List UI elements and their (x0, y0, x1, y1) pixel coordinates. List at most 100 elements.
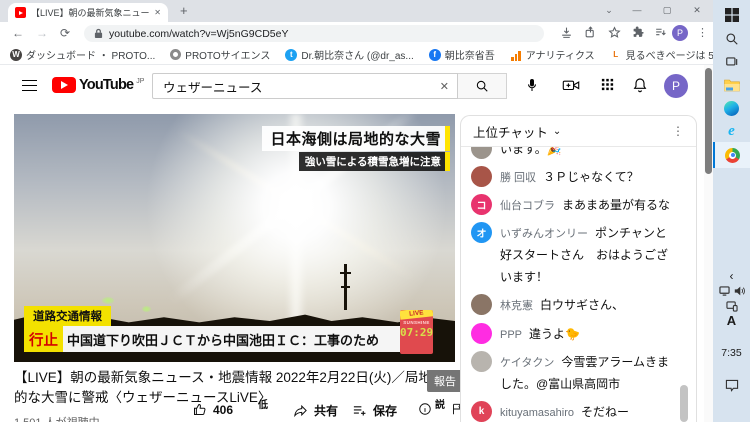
gear-icon (170, 49, 182, 60)
youtube-region: JP (136, 78, 145, 85)
chat-avatar[interactable] (471, 322, 492, 344)
bookmark-label: Dr.朝比奈さん (@dr_as... (301, 51, 414, 62)
bookmark-item[interactable]: f 朝比奈省吾 (428, 47, 495, 62)
bookmark-item[interactable]: アナリティクス (510, 47, 595, 62)
wordpress-icon: W (10, 48, 22, 61)
chat-message-body: います。🎉 (500, 147, 562, 160)
chat-avatar[interactable] (471, 350, 492, 372)
info-button[interactable] (418, 402, 432, 416)
search-box: ✕ (152, 73, 458, 99)
page-scrollbar[interactable] (704, 65, 713, 422)
search-input[interactable] (161, 78, 434, 94)
search-button[interactable] (458, 73, 507, 99)
close-button[interactable]: ✕ (684, 2, 710, 19)
reading-list-icon[interactable] (654, 26, 667, 39)
share-icon (294, 404, 307, 418)
chat-message: います。🎉 (471, 147, 696, 163)
screen: 【LIVE】朝の最新気象ニュース・地震情 ✕ + ⌄ — ▢ ✕ ← → ⟳ y… (0, 0, 750, 422)
chat-avatar[interactable]: オ (471, 222, 492, 244)
tray-icons (713, 284, 750, 298)
like-button[interactable]: 406 (192, 402, 233, 417)
action-center-button[interactable] (713, 377, 750, 393)
tray-expand-button[interactable]: ‹ (713, 268, 750, 284)
chat-author: 勝 回収 (500, 172, 537, 185)
extensions-icon[interactable] (632, 26, 645, 39)
taskbar-search-button[interactable] (713, 28, 750, 50)
chrome-button[interactable] (713, 142, 750, 168)
ime-mode-indicator[interactable]: A (713, 311, 750, 329)
edge-button[interactable] (713, 97, 750, 119)
bookmark-item[interactable]: t Dr.朝比奈さん (@dr_as... (285, 47, 414, 62)
mic-icon[interactable] (524, 77, 540, 93)
forward-button[interactable]: → (36, 24, 48, 43)
weather-headline: 日本海側は局地的な大雪 強い雪による積雪急増に注意 (262, 126, 450, 171)
traffic-text: 中国道下り吹田ＪＣＴから中国池田ＩＣ：工事のため (67, 332, 380, 348)
browser-window: 【LIVE】朝の最新気象ニュース・地震情 ✕ + ⌄ — ▢ ✕ ← → ⟳ y… (0, 0, 745, 422)
traffic-banner: 行止 中国道下り吹田ＪＣＴから中国池田ＩＣ：工事のため (24, 326, 400, 352)
chevron-down-icon[interactable]: ⌄ (553, 126, 561, 137)
bookmark-label: 朝比奈省吾 (444, 51, 495, 62)
create-video-icon[interactable] (562, 77, 580, 93)
bookmark-item[interactable]: PROTOサイエンス (170, 47, 270, 62)
reload-button[interactable]: ⟳ (60, 24, 70, 43)
start-button[interactable] (713, 4, 750, 26)
lock-icon (94, 28, 103, 38)
internet-explorer-button[interactable]: e (713, 120, 750, 142)
address-bar[interactable]: youtube.com/watch?v=Wj5nG9CD5eY (84, 25, 544, 42)
clear-search-icon[interactable]: ✕ (434, 80, 449, 93)
chat-filter-dropdown[interactable]: 上位チャット (473, 122, 548, 141)
browser-tab[interactable]: 【LIVE】朝の最新気象ニュース・地震情 ✕ (8, 3, 168, 22)
notifications-bell-icon[interactable] (632, 77, 648, 93)
like-count: 406 (213, 402, 234, 417)
page-scrollbar-thumb[interactable] (705, 68, 712, 174)
display-icon[interactable] (718, 286, 730, 296)
apps-grid-icon[interactable] (600, 77, 615, 92)
clock[interactable]: 7:35 (713, 346, 750, 360)
chat-avatar[interactable] (471, 166, 492, 188)
youtube-profile-avatar[interactable]: P (664, 74, 688, 98)
bookmark-item[interactable]: W ダッシュボード ・ PROTO... (10, 47, 155, 62)
video-player[interactable]: 日本海側は局地的な大雪 強い雪による積雪急増に注意 道路交通情報 行止 中国道下… (14, 114, 455, 362)
live-camera-badge: LIVE SUNSHINE 07:29 (400, 310, 433, 354)
chat-menu-icon[interactable]: ⋮ (672, 124, 684, 138)
bookmarks-bar: W ダッシュボード ・ PROTO... PROTOサイエンス t Dr.朝比奈さん (… (0, 45, 745, 65)
task-view-button[interactable] (713, 51, 750, 73)
chat-text: 白ウサギさん、 (540, 298, 625, 313)
save-playlist-icon (353, 406, 366, 416)
chat-avatar[interactable] (471, 294, 492, 316)
chat-scrollbar-thumb[interactable] (680, 385, 688, 422)
info-label: 説 (435, 400, 445, 411)
maximize-button[interactable]: ▢ (654, 2, 680, 19)
back-button[interactable]: ← (12, 24, 24, 43)
share-button[interactable]: 共有 (293, 402, 338, 419)
chat-text: まあまあ量が有るな (562, 198, 671, 213)
download-icon[interactable] (560, 26, 573, 39)
bookmark-star-icon[interactable] (608, 26, 621, 39)
chat-avatar[interactable]: k (471, 400, 492, 422)
chat-message-body: 勝 回収 ３Ｐじゃなくて？ (500, 166, 639, 188)
share-page-icon[interactable] (584, 26, 597, 39)
browser-profile-avatar[interactable]: P (672, 25, 688, 41)
chat-message-body: PPP 違うよ🐤 (500, 323, 580, 345)
facebook-icon: f (428, 48, 441, 61)
chat-header: 上位チャット ⌄ ⋮ (461, 116, 696, 147)
chat-avatar[interactable] (471, 147, 492, 159)
save-button[interactable]: 保存 (352, 402, 397, 419)
dislike-button[interactable]: 低 (258, 396, 268, 411)
lens-flare (102, 297, 114, 304)
headline-main: 日本海側は局地的な大雪 (262, 126, 450, 151)
file-explorer-button[interactable] (713, 74, 750, 96)
analytics-icon (510, 49, 522, 61)
minimize-button[interactable]: — (624, 2, 650, 19)
tab-search-icon[interactable]: ⌄ (596, 2, 622, 19)
chat-avatar[interactable]: コ (471, 194, 492, 216)
tab-close-icon[interactable]: ✕ (154, 8, 161, 17)
guide-menu-icon[interactable] (22, 80, 37, 91)
chat-author: ケイタクン (500, 356, 555, 369)
chat-message: オいずみんオンリー ポンチャンと好スタートさん おはようございます！ (471, 219, 696, 291)
browser-menu-icon[interactable]: ⋮ (697, 24, 708, 43)
new-tab-button[interactable]: + (180, 3, 188, 19)
youtube-page: YouTube JP ✕ P (0, 65, 713, 422)
volume-icon[interactable] (734, 286, 745, 296)
youtube-logo[interactable]: YouTube JP (52, 77, 144, 93)
